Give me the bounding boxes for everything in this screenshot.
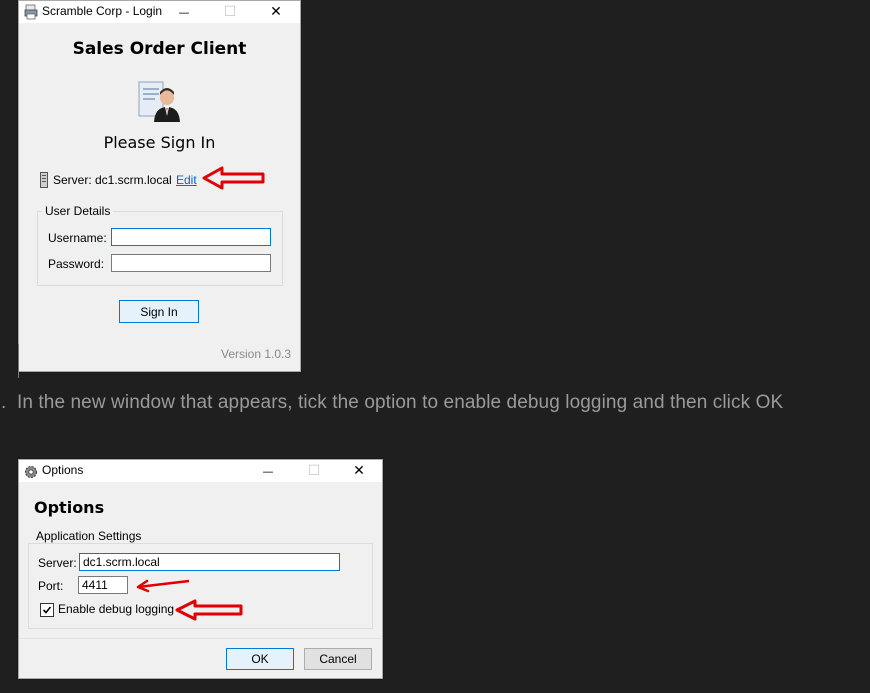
port-label: Port: [38,579,64,593]
cancel-button[interactable]: Cancel [304,648,372,670]
sign-in-prompt: Please Sign In [103,133,216,152]
close-icon: ✕ [270,4,282,20]
version-label: Version 1.0.3 [221,347,292,361]
options-server-input[interactable]: dc1.scrm.local [79,553,340,571]
password-input[interactable] [111,254,271,272]
close-button[interactable]: ✕ [253,1,299,23]
options-server-label: Server: [38,556,77,570]
port-input[interactable]: 4411 [78,576,128,594]
annotation-arrow-debug [175,599,243,621]
checkmark-icon [42,606,52,614]
close-icon: ✕ [353,463,365,479]
options-close-button[interactable]: ✕ [336,460,382,482]
username-label: Username: [48,231,107,245]
instruction-text: In the new window that appears, tick the… [17,392,784,413]
ok-button[interactable]: OK [226,648,294,670]
options-minimize-button[interactable]: — [245,460,291,482]
gear-icon [24,465,38,479]
debug-logging-checkbox[interactable] [40,603,54,617]
maximize-icon: ☐ [307,463,321,479]
minimize-icon: — [262,464,274,478]
annotation-arrow-port [136,579,190,593]
server-icon [40,172,48,188]
app-heading: Sales Order Client [72,39,247,59]
debug-logging-label[interactable]: Enable debug logging [58,602,174,616]
user-details-title: User Details [42,204,114,218]
minimize-icon: — [178,5,190,19]
options-maximize-button[interactable]: ☐ [291,460,337,482]
options-heading: Options [34,498,105,517]
text-cursor [18,344,19,378]
edit-server-link[interactable]: Edit [176,173,197,187]
username-input[interactable] [111,228,271,246]
options-titlebar: Options — ☐ ✕ [19,460,382,482]
options-window: Options — ☐ ✕ Options Application Settin… [18,459,383,679]
login-titlebar: Scramble Corp - Login — ☐ ✕ [19,1,300,23]
maximize-button[interactable]: ☐ [207,1,253,23]
options-window-title: Options [42,463,84,477]
footer-divider [19,638,382,639]
list-number: . [1,392,7,413]
maximize-icon: ☐ [223,4,237,20]
server-value: dc1.scrm.local [95,173,172,187]
annotation-arrow-edit [202,166,265,190]
user-details-group [37,211,283,286]
server-label: Server: [53,173,92,187]
minimize-button[interactable]: — [161,1,207,23]
password-label: Password: [48,257,105,271]
sign-in-button[interactable]: Sign In [119,300,199,323]
login-window-title: Scramble Corp - Login [42,4,163,18]
user-avatar-icon [138,81,180,122]
printer-app-icon [24,4,38,20]
application-settings-title: Application Settings [33,529,145,543]
